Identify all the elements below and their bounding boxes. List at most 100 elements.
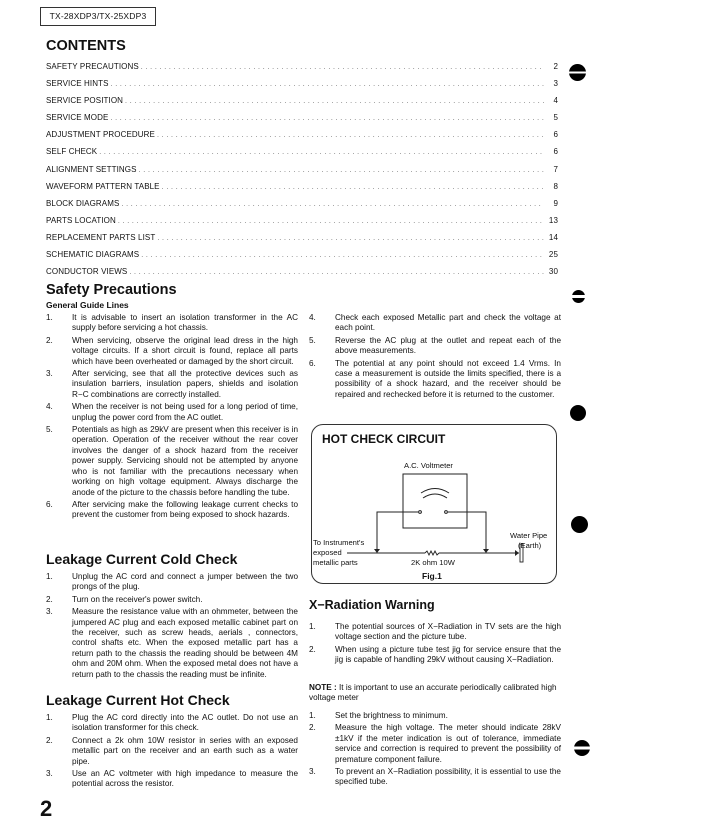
toc-entry[interactable]: SELF CHECK 6	[46, 147, 558, 164]
toc-entry-label: SAFETY PRECAUTIONS	[46, 62, 139, 71]
list-item-number: 1.	[309, 711, 316, 720]
toc-entry[interactable]: SERVICE POSITION 4	[46, 96, 558, 113]
list-item-number: 3.	[46, 607, 53, 617]
lead-left	[376, 511, 418, 552]
toc-entry[interactable]: ADJUSTMENT PROCEDURE 6	[46, 130, 558, 147]
list-item-number: 5.	[46, 425, 53, 435]
list-item: 2. Measure the high voltage. The meter sh…	[309, 723, 561, 765]
toc-leader-dots	[139, 165, 544, 174]
toc-entry[interactable]: SCHEMATIC DIAGRAMS 25	[46, 250, 558, 267]
list-item-text: Connect a 2k ohm 10W resistor in series …	[72, 735, 298, 766]
toc-entry[interactable]: SAFETY PRECAUTIONS 2	[46, 62, 558, 79]
figure-caption: Fig.1	[422, 571, 442, 581]
binding-hole-upper	[570, 405, 586, 421]
list-item-number: 2.	[46, 594, 53, 604]
list-item: 3. To prevent an X−Radiation possibility,…	[309, 767, 561, 788]
toc-entry-page: 3	[553, 79, 558, 89]
binding-hole-lower	[571, 516, 588, 533]
toc-entry-page: 5	[553, 113, 558, 123]
resistor-symbol	[424, 549, 440, 557]
page-number: 2	[40, 796, 53, 821]
model-number-box: TX-28XDP3/TX-25XDP3	[40, 7, 156, 26]
toc-entry-label: ADJUSTMENT PROCEDURE	[46, 130, 155, 140]
list-item-number: 3.	[46, 369, 53, 379]
list-item-number: 2.	[46, 335, 53, 345]
toc-entry-label: REPLACEMENT PARTS LIST	[46, 232, 156, 242]
toc-entry-page: 9	[553, 198, 558, 208]
toc-entry-page: 7	[553, 164, 558, 174]
x-radiation-heading: X−Radiation Warning	[309, 598, 435, 612]
terminal-right	[444, 510, 448, 514]
list-item-number: 2.	[309, 644, 316, 654]
list-item: 3. Use an AC voltmeter with high impedanc…	[46, 769, 298, 790]
list-item-number: 1.	[46, 572, 53, 581]
toc-leader-dots	[125, 96, 544, 105]
list-item-number: 1.	[46, 713, 53, 722]
list-item-text: Set the brightness to minimum.	[335, 711, 448, 720]
list-item: 5. Reverse the AC plug at the outlet and …	[309, 336, 561, 357]
earth-label: (Earth)	[518, 541, 542, 550]
instrument-label-1: To Instrument's	[313, 538, 365, 547]
toc-entry-page: 6	[553, 130, 558, 140]
list-item: 4. Check each exposed Metallic part and c…	[309, 313, 561, 334]
voltmeter-box	[402, 473, 468, 529]
toc-entry[interactable]: PARTS LOCATION 13	[46, 216, 558, 233]
toc-leader-dots	[99, 147, 544, 156]
toc-entry-page: 8	[553, 181, 558, 191]
water-pipe-label: Water Pipe	[510, 531, 548, 540]
list-item-number: 2.	[46, 735, 53, 745]
table-of-contents: SAFETY PRECAUTIONS2SERVICE HINTS3SERVICE…	[46, 62, 558, 284]
note-text: It is important to use an accurate perio…	[309, 683, 557, 703]
instrument-label-2: exposed	[313, 548, 342, 557]
list-item-text: When servicing, observe the original lea…	[72, 335, 298, 366]
instrument-label-3: metallic parts	[313, 558, 358, 567]
toc-leader-dots	[129, 267, 544, 276]
list-item: 6. The potential at any point should not …	[309, 359, 561, 401]
list-item-text: Measure the high voltage. The meter shou…	[335, 723, 561, 764]
list-item-text: When the receiver is not being used for …	[72, 402, 298, 422]
toc-leader-dots	[141, 250, 544, 259]
binding-mark-top	[569, 64, 586, 81]
list-item-text: Turn on the receiver's power switch.	[72, 594, 203, 604]
list-item: 1. Unplug the AC cord and connect a jumpe…	[46, 572, 298, 593]
toc-entry-label: WAVEFORM PATTERN TABLE	[46, 181, 160, 191]
list-item-text: Reverse the AC plug at the outlet and re…	[335, 335, 561, 356]
list-item: 1. Set the brightness to minimum.	[309, 711, 561, 721]
toc-leader-dots	[110, 113, 544, 122]
toc-entry[interactable]: WAVEFORM PATTERN TABLE 8	[46, 182, 558, 199]
toc-entry[interactable]: ALIGNMENT SETTINGS 7	[46, 165, 558, 182]
toc-entry-page: 30	[548, 267, 558, 277]
toc-leader-dots	[162, 182, 544, 191]
toc-leader-dots	[157, 130, 544, 139]
list-item-text: Plug the AC cord directly into the AC ou…	[72, 713, 298, 733]
list-item: 6. After servicing make the following lea…	[46, 500, 298, 521]
list-item: 3. After servicing, see that all the prot…	[46, 369, 298, 400]
list-item: 2. Connect a 2k ohm 10W resistor in serie…	[46, 736, 298, 767]
note-label: NOTE :	[309, 683, 337, 692]
toc-entry[interactable]: REPLACEMENT PARTS LIST 14	[46, 233, 558, 250]
safety-precautions-heading: Safety Precautions	[46, 282, 177, 298]
resistor-label: 2K ohm 10W	[411, 558, 455, 567]
cold-check-heading: Leakage Current Cold Check	[46, 551, 238, 567]
list-item-text: When using a picture tube test jig for s…	[335, 644, 561, 665]
list-item: 2. When using a picture tube test jig for…	[309, 645, 561, 666]
binding-mark-upper-mid	[572, 290, 585, 303]
list-item-text: To prevent an X−Radiation possibility, i…	[335, 767, 561, 787]
safety-list: 1. It is advisable to insert an isolation…	[46, 313, 298, 523]
list-item: 2. Turn on the receiver's power switch.	[46, 595, 298, 605]
x-radiation-steps: 1. Set the brightness to minimum. 2. Measur…	[309, 711, 561, 790]
toc-entry-label: SERVICE HINTS	[46, 79, 109, 89]
toc-leader-dots	[141, 62, 544, 71]
general-guide-lines-subheading: General Guide Lines	[46, 300, 129, 310]
toc-leader-dots	[118, 216, 544, 225]
toc-entry-page: 14	[548, 232, 558, 242]
toc-entry[interactable]: SERVICE HINTS 3	[46, 79, 558, 96]
toc-entry-label: PARTS LOCATION	[46, 215, 116, 225]
voltmeter-label: A.C. Voltmeter	[404, 461, 453, 470]
toc-entry[interactable]: BLOCK DIAGRAMS 9	[46, 199, 558, 216]
list-item-text: The potential at any point should not ex…	[335, 358, 561, 399]
toc-entry[interactable]: SERVICE MODE 5	[46, 113, 558, 130]
toc-entry-page: 4	[553, 96, 558, 106]
list-item: 2. When servicing, observe the original l…	[46, 336, 298, 367]
hot-check-heading: Leakage Current Hot Check	[46, 692, 230, 708]
